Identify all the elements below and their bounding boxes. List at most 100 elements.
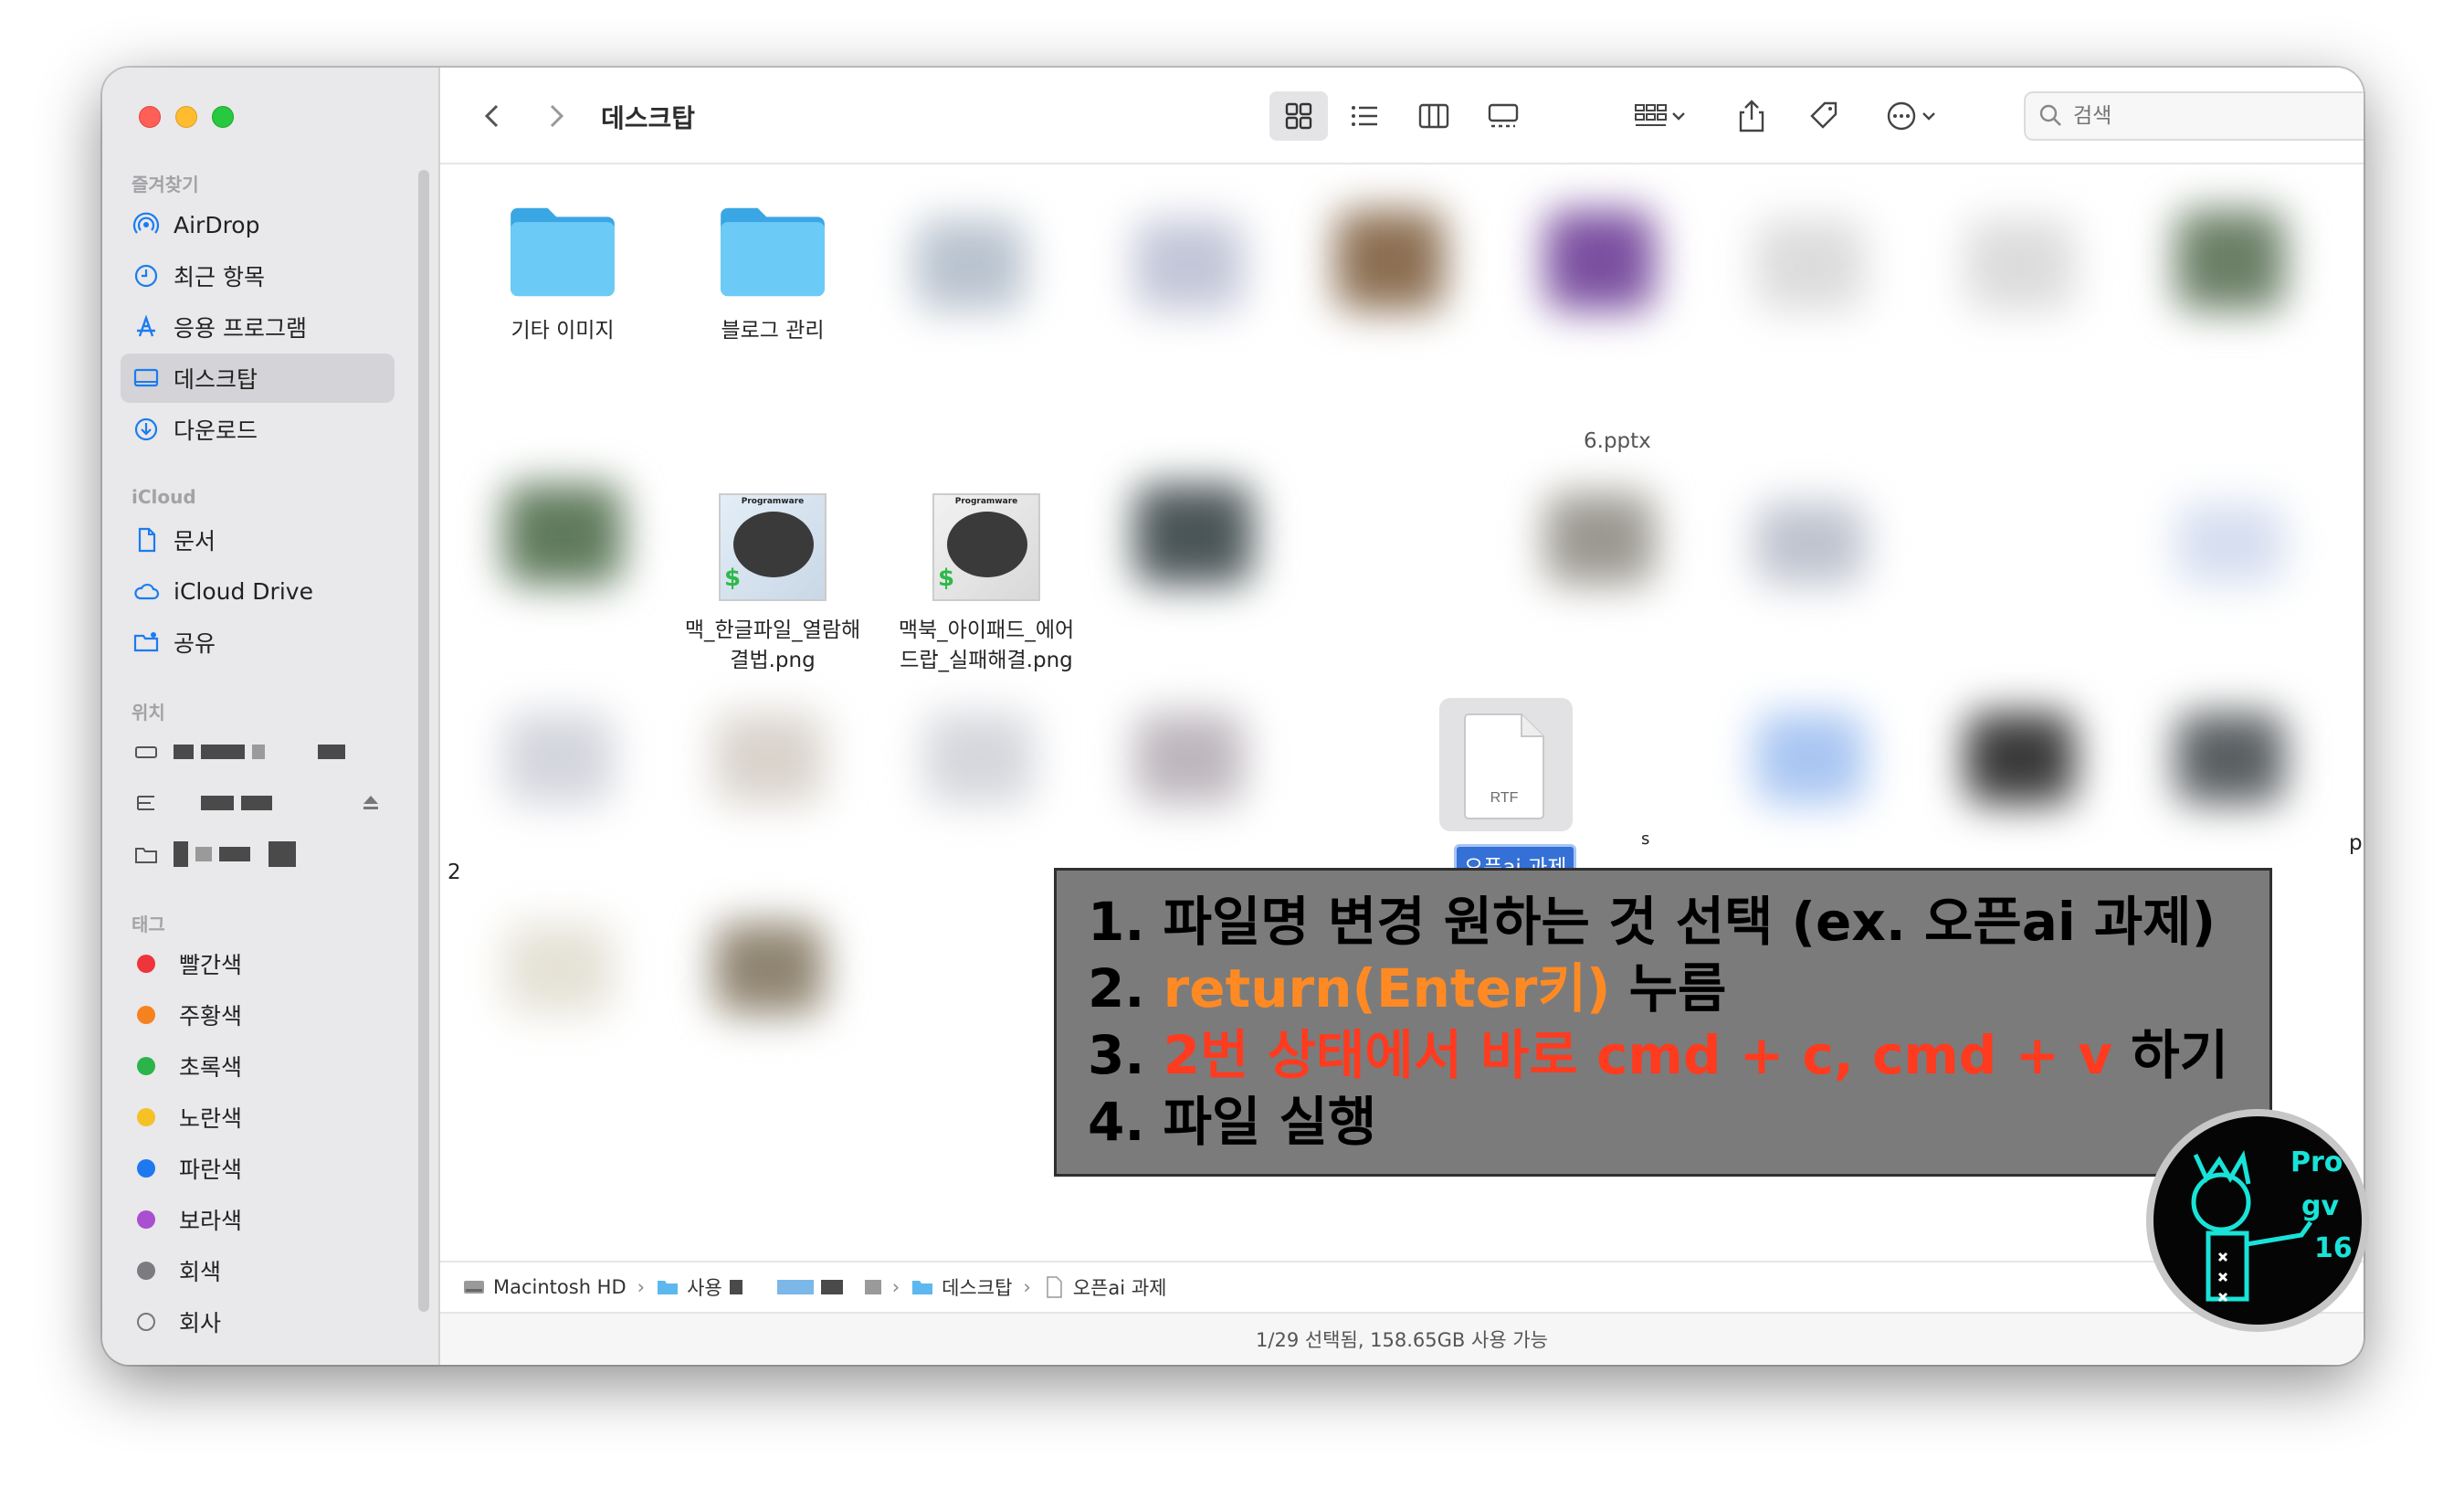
sidebar-item-downloads[interactable]: 다운로드 bbox=[121, 405, 395, 454]
instruction-step-3: 3. 2번 상태에서 바로 cmd + c, cmd + v 하기 bbox=[1088, 1024, 2229, 1086]
tag-label: 보라색 bbox=[179, 1208, 243, 1234]
tag-button[interactable] bbox=[1799, 91, 1850, 141]
sidebar-tag-gray[interactable]: 회색 bbox=[121, 1246, 395, 1295]
blurred-file-thumbnail bbox=[2175, 713, 2285, 804]
partial-filename: p bbox=[2349, 831, 2363, 855]
search-field[interactable] bbox=[2024, 91, 2364, 141]
folder-icon bbox=[511, 207, 615, 297]
image-thumbnail: Programware $ bbox=[719, 493, 827, 601]
document-icon bbox=[1047, 1276, 1062, 1298]
blurred-file-thumbnail bbox=[1755, 502, 1865, 585]
purple-tag-dot bbox=[137, 1210, 155, 1229]
external-disk-icon bbox=[132, 788, 161, 818]
folder-item[interactable]: 블로그 관리 bbox=[692, 201, 853, 346]
sidebar-tag-orange[interactable]: 주황색 bbox=[121, 990, 395, 1040]
folder-icon bbox=[721, 207, 825, 297]
path-segment-macintosh-hd[interactable]: Macintosh HD bbox=[462, 1275, 627, 1299]
sidebar-tag-green[interactable]: 초록색 bbox=[121, 1041, 395, 1091]
sidebar-tag-yellow[interactable]: 노란색 bbox=[121, 1093, 395, 1142]
blue-tag-dot bbox=[137, 1159, 155, 1178]
clock-icon bbox=[132, 261, 161, 290]
download-icon bbox=[132, 415, 161, 444]
share-icon bbox=[1739, 100, 1764, 132]
ellipsis-circle-icon bbox=[1887, 101, 1916, 131]
close-window-button[interactable] bbox=[139, 106, 161, 128]
blurred-file-thumbnail bbox=[714, 923, 824, 1014]
locations-header: 위치 bbox=[132, 702, 165, 724]
share-button[interactable] bbox=[1726, 91, 1777, 141]
sidebar-tag-blue[interactable]: 파란색 bbox=[121, 1144, 395, 1193]
sidebar-item-shared[interactable]: 공유 bbox=[121, 618, 395, 667]
icon-view-button[interactable] bbox=[1269, 91, 1328, 141]
back-button[interactable] bbox=[473, 91, 513, 141]
redacted-username bbox=[729, 1280, 881, 1294]
airdrop-icon bbox=[132, 210, 161, 239]
sidebar-item-label: 공유 bbox=[174, 630, 216, 657]
sidebar-item-recents[interactable]: 최근 항목 bbox=[121, 251, 395, 301]
logo-text-gv: gv bbox=[2301, 1190, 2339, 1222]
blurred-file-thumbnail bbox=[1965, 219, 2075, 311]
file-name: 기타 이미지 bbox=[511, 319, 615, 343]
dollar-sign-icon: $ bbox=[938, 565, 955, 592]
redacted-location-name bbox=[174, 841, 296, 867]
blurred-file-thumbnail bbox=[504, 484, 623, 585]
network-folder-icon bbox=[132, 840, 161, 869]
path-segment-user[interactable]: 사용 bbox=[656, 1273, 881, 1301]
sidebar-tag-purple[interactable]: 보라색 bbox=[121, 1195, 395, 1244]
file-name-line2: 결법.png bbox=[730, 649, 816, 672]
image-file-item[interactable]: Programware $ 맥_한글파일_열람해 결법.png bbox=[683, 493, 862, 676]
image-file-item[interactable]: Programware $ 맥북_아이패드_에어 드랍_실패해결.png bbox=[897, 493, 1076, 676]
column-view-button[interactable] bbox=[1408, 91, 1459, 141]
path-segment-file[interactable]: 오픈ai 과제 bbox=[1042, 1273, 1166, 1301]
sidebar-item-location-1[interactable] bbox=[121, 727, 395, 776]
path-segment-desktop[interactable]: 데스크탑 bbox=[911, 1273, 1012, 1301]
sidebar-item-documents[interactable]: 문서 bbox=[121, 515, 395, 565]
blurred-file-thumbnail bbox=[2175, 502, 2285, 585]
red-tag-dot bbox=[137, 955, 155, 973]
rtf-file-item[interactable]: RTF bbox=[1461, 711, 1551, 820]
dollar-sign-icon: $ bbox=[724, 565, 742, 592]
sidebar-item-desktop[interactable]: 데스크탑 bbox=[121, 354, 395, 403]
file-name-line1: 맥북_아이패드_에어 bbox=[898, 618, 1075, 642]
forward-button[interactable] bbox=[535, 91, 575, 141]
sidebar-tag-red[interactable]: 빨간색 bbox=[121, 939, 395, 988]
blurred-file-thumbnail bbox=[1335, 210, 1445, 311]
sidebar-item-airdrop[interactable]: AirDrop bbox=[121, 200, 395, 249]
sidebar-item-applications[interactable]: 응용 프로그램 bbox=[121, 302, 395, 352]
chevron-left-icon bbox=[484, 104, 499, 128]
tag-label: 초록색 bbox=[179, 1054, 243, 1081]
group-by-button[interactable] bbox=[1624, 91, 1697, 141]
file-name-line1: 맥_한글파일_열람해 bbox=[684, 618, 861, 642]
hard-drive-icon bbox=[464, 1281, 484, 1294]
eject-icon[interactable] bbox=[360, 791, 382, 817]
blurred-file-thumbnail bbox=[1134, 713, 1244, 804]
sidebar-item-icloud-drive[interactable]: iCloud Drive bbox=[121, 566, 395, 616]
green-tag-dot bbox=[137, 1057, 155, 1075]
sidebar-item-label: 데스크탑 bbox=[174, 366, 258, 393]
folder-item[interactable]: 기타 이미지 bbox=[482, 201, 643, 346]
search-input[interactable] bbox=[2073, 104, 2364, 128]
status-bar: 1/29 선택됨, 158.65GB 사용 가능 bbox=[440, 1312, 2364, 1365]
partial-filename: 6.pptx bbox=[1584, 429, 1651, 453]
desktop-icon bbox=[132, 364, 161, 393]
blurred-file-thumbnail bbox=[1134, 484, 1253, 585]
sidebar-item-location-2[interactable] bbox=[121, 778, 395, 828]
file-name: 블로그 관리 bbox=[721, 319, 825, 343]
image-thumbnail: Programware $ bbox=[932, 493, 1040, 601]
blurred-file-thumbnail bbox=[1755, 713, 1865, 804]
shared-folder-icon bbox=[132, 628, 161, 657]
sidebar-scrollbar[interactable] bbox=[418, 170, 429, 1312]
sidebar-item-location-3[interactable] bbox=[121, 829, 395, 879]
chevron-down-icon bbox=[1672, 112, 1685, 121]
list-view-button[interactable] bbox=[1339, 91, 1390, 141]
blurred-file-thumbnail bbox=[504, 923, 614, 1014]
cloud-icon bbox=[132, 576, 161, 606]
tag-label: 파란색 bbox=[179, 1157, 243, 1183]
blurred-file-thumbnail bbox=[2175, 210, 2285, 311]
path-chevron-icon: › bbox=[891, 1276, 900, 1298]
more-actions-button[interactable] bbox=[1874, 91, 1947, 141]
minimize-window-button[interactable] bbox=[175, 106, 197, 128]
sidebar-tag-company[interactable]: 회사 bbox=[121, 1297, 395, 1347]
zoom-window-button[interactable] bbox=[212, 106, 234, 128]
gallery-view-button[interactable] bbox=[1478, 91, 1529, 141]
